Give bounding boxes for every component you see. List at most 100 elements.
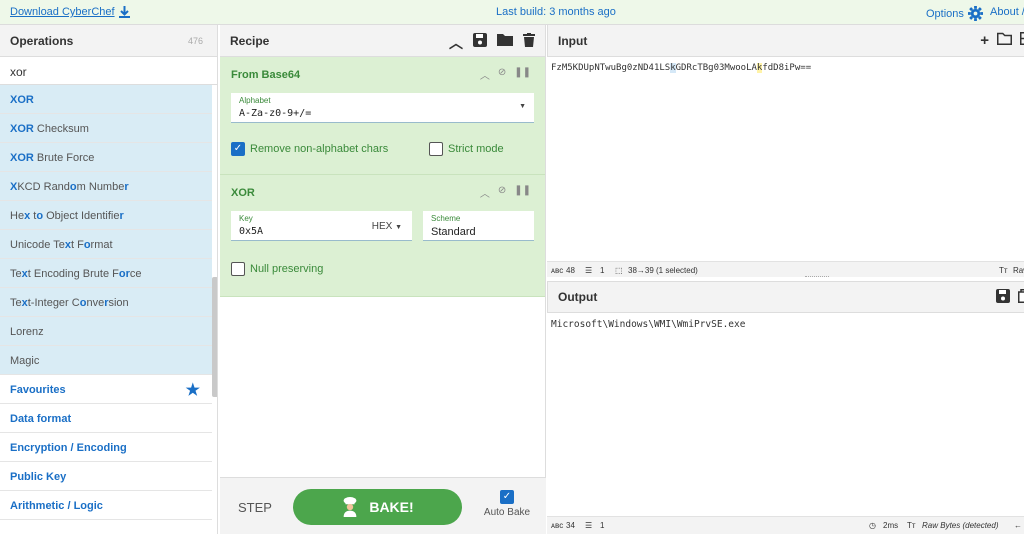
bake-label: BAKE! [369, 499, 414, 515]
operation-name-part: nve [86, 297, 105, 309]
scheme-field[interactable]: Scheme Standard [423, 211, 534, 241]
match-highlight: r [119, 210, 124, 222]
auto-bake-label: Auto Bake [483, 507, 531, 518]
caret-down-icon[interactable]: ▼ [519, 103, 526, 110]
match-highlight: o [83, 239, 91, 251]
input-lines: 1 [600, 266, 605, 275]
lines-icon: ☰ [585, 521, 593, 530]
layout-icon[interactable] [1020, 32, 1024, 45]
operation-result-item[interactable]: Text Encoding Brute Force [0, 259, 212, 288]
output-text[interactable]: Microsoft\Windows\WMI\WmiPrvSE.exe [551, 319, 745, 330]
search-results-list: XOR XOR Checksum XOR Brute Force XKCD Rando… [0, 85, 217, 375]
key-field[interactable]: Key 0x5A HEX ▼ [231, 211, 412, 241]
operation-name-part: t F [70, 239, 84, 251]
input-encoding[interactable]: Raw [1013, 266, 1024, 275]
open-folder-icon[interactable] [997, 32, 1012, 45]
remove-non-alphabet-checkbox[interactable]: ✓ Remove non-alphabet chars [231, 142, 388, 156]
last-build-text: Last build: 3 months ago [496, 6, 616, 18]
alphabet-label: Alphabet [239, 96, 271, 105]
disable-icon[interactable]: ⊘ [498, 67, 506, 82]
recipe-title: Recipe [230, 33, 270, 48]
folder-icon[interactable] [497, 33, 513, 46]
operation-result-item[interactable]: Magic [0, 346, 212, 375]
category-label: Arithmetic / Logic [10, 500, 103, 512]
strict-mode-checkbox[interactable]: Strict mode [429, 142, 504, 156]
operation-result-item[interactable]: Lorenz [0, 317, 212, 346]
output-title: Output [558, 290, 598, 304]
remove-non-alphabet-label: Remove non-alphabet chars [250, 143, 389, 155]
category-label: Favourites [10, 384, 66, 396]
input-selection: 38→39 (1 selected) [628, 266, 698, 275]
recipe-panel: Recipe ︿ From Base64 ︿ ⊘ ❚❚ Alphabet A-Z… [220, 25, 546, 534]
operation-name-part: t Encoding Brute F [27, 268, 119, 280]
operation-result-item[interactable]: Text-Integer Conversion [0, 288, 212, 317]
operation-name-part: Brute Force [33, 152, 95, 164]
operation-result-item[interactable]: XOR [0, 85, 212, 114]
operations-scrollbar[interactable] [212, 277, 217, 397]
match-highlight: XOR [10, 123, 34, 135]
operation-name-part: ce [129, 268, 142, 280]
operation-result-item[interactable]: XOR Brute Force [0, 143, 212, 172]
input-title: Input [558, 33, 588, 48]
operation-name-part: rmat [90, 239, 113, 251]
operation-name-part: Te [10, 268, 22, 280]
pause-icon[interactable]: ❚❚ [514, 67, 531, 82]
category-item[interactable]: Data format [0, 404, 212, 433]
input-header: Input + [547, 25, 1024, 57]
checkmark-icon: ✓ [500, 490, 514, 504]
trash-icon[interactable] [523, 33, 535, 47]
category-label: Public Key [10, 471, 67, 483]
download-link[interactable]: Download CyberChef [10, 6, 130, 18]
download-icon [118, 6, 130, 18]
output-encoding[interactable]: Raw Bytes (detected) [922, 521, 998, 530]
operation-result-item[interactable]: Hex to Object Identifier [0, 201, 212, 230]
save-icon[interactable] [996, 289, 1010, 303]
operation-result-item[interactable]: XKCD Random Number [0, 172, 212, 201]
arrow-left-icon[interactable]: ← [1014, 521, 1022, 530]
star-icon[interactable]: ★ [186, 380, 200, 400]
copy-icon[interactable] [1018, 289, 1024, 303]
save-icon[interactable] [473, 33, 487, 47]
category-item[interactable]: Favourites ★ [0, 375, 212, 404]
operation-result-item[interactable]: Unicode Text Format [0, 230, 212, 259]
chevron-up-icon[interactable]: ︿ [480, 67, 490, 82]
operations-search-input[interactable]: xor [0, 57, 217, 85]
chef-icon [343, 497, 357, 517]
length-icon: ᴀʙᴄ [551, 266, 564, 275]
category-item[interactable]: Public Key [0, 462, 212, 491]
input-text-part: GDRcTBg03MwooLA [675, 63, 757, 73]
auto-bake-checkbox[interactable]: ✓ Auto Bake [482, 490, 532, 518]
text-format-icon[interactable]: Tт [907, 521, 916, 530]
download-label: Download CyberChef [10, 6, 115, 18]
add-tab-icon[interactable]: + [980, 32, 989, 49]
output-status-bar: ᴀʙᴄ 34 ☰ 1 ◷ 2ms Tт Raw Bytes (detected)… [547, 516, 1024, 534]
checkbox-empty-icon [231, 262, 245, 276]
operation-result-item[interactable]: XOR Checksum [0, 114, 212, 143]
options-button[interactable]: Options [926, 6, 983, 21]
match-highlight: XOR [10, 152, 34, 164]
chevron-up-icon[interactable]: ︿ [480, 185, 490, 200]
match-highlight: r [124, 181, 129, 193]
scheme-label: Scheme [431, 214, 461, 223]
key-format-dropdown[interactable]: HEX ▼ [372, 221, 402, 232]
selection-icon: ⬚ [615, 266, 623, 275]
chevron-up-icon[interactable]: ︿ [449, 33, 463, 53]
output-lines: 1 [600, 521, 605, 530]
input-text-part: FzM5KDUpNTwuBg0zND41LS [551, 63, 671, 73]
operations-title: Operations [10, 33, 74, 48]
about-link[interactable]: About / [990, 6, 1024, 18]
alphabet-field[interactable]: Alphabet A-Za-z0-9+/= ▼ [231, 93, 534, 123]
bake-button[interactable]: BAKE! [293, 489, 462, 525]
input-textarea[interactable]: FzM5KDUpNTwuBg0zND41LSkGDRcTBg03MwooLAkf… [551, 63, 811, 73]
text-format-icon[interactable]: Tт [999, 266, 1008, 275]
category-item[interactable]: Arithmetic / Logic [0, 491, 212, 520]
match-highlight: o [69, 181, 77, 193]
caret-down-icon: ▼ [395, 224, 402, 231]
resize-handle[interactable] [805, 276, 829, 278]
step-button[interactable]: STEP [238, 500, 272, 515]
category-item[interactable]: Encryption / Encoding [0, 433, 212, 462]
recipe-op-xor: XOR ︿ ⊘ ❚❚ Key 0x5A HEX ▼ Scheme Standar… [220, 175, 545, 297]
null-preserving-checkbox[interactable]: Null preserving [231, 262, 323, 276]
disable-icon[interactable]: ⊘ [498, 185, 506, 200]
pause-icon[interactable]: ❚❚ [514, 185, 531, 200]
